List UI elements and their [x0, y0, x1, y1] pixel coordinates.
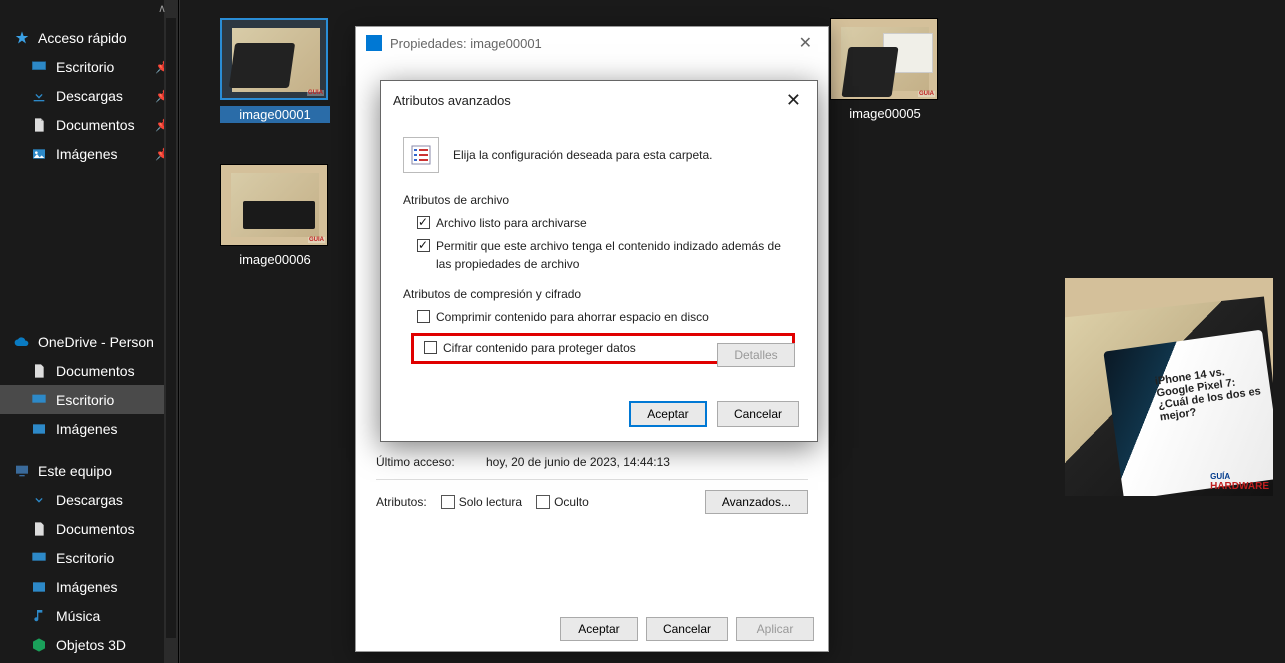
- this-pc-label: Este equipo: [38, 463, 112, 479]
- navigation-sidebar: ∧ Acceso rápido Escritorio 📌 Descargas 📌…: [0, 0, 178, 663]
- attributes-label: Atributos:: [376, 495, 427, 509]
- watermark: GUÍAHARDWARE: [1210, 472, 1269, 492]
- scroll-up-icon[interactable]: ∧: [158, 2, 166, 15]
- sidebar-item-od-documents[interactable]: Documentos: [0, 356, 178, 385]
- thumbnail-image: GUIA: [220, 164, 328, 246]
- download-icon: [30, 87, 48, 105]
- advanced-button[interactable]: Avanzados...: [705, 490, 808, 514]
- sidebar-item-pc-downloads[interactable]: Descargas: [0, 485, 178, 514]
- quick-access-label: Acceso rápido: [38, 30, 127, 46]
- sidebar-item-od-desktop[interactable]: Escritorio: [0, 385, 178, 414]
- file-thumb-1[interactable]: GUIA image00001: [220, 18, 330, 123]
- sidebar-item-od-images[interactable]: Imágenes: [0, 414, 178, 443]
- details-button[interactable]: Detalles: [717, 343, 795, 367]
- sidebar-item-pc-images[interactable]: Imágenes: [0, 572, 178, 601]
- checkbox-icon: [417, 216, 430, 229]
- image-file-icon: [366, 35, 382, 51]
- thumbnail-image: GUIA: [220, 18, 328, 100]
- cancel-button[interactable]: Cancelar: [717, 401, 799, 427]
- sidebar-item-documents[interactable]: Documentos 📌: [0, 110, 178, 139]
- desktop-icon: [30, 391, 48, 409]
- file-caption: image00001: [220, 106, 330, 123]
- sidebar-label: Descargas: [56, 492, 123, 508]
- sidebar-label: Descargas: [56, 88, 123, 104]
- file-attributes-label: Atributos de archivo: [403, 193, 795, 207]
- sidebar-scrollbar[interactable]: [164, 0, 178, 663]
- last-access-label: Último acceso:: [376, 455, 486, 469]
- dialog-titlebar[interactable]: Atributos avanzados ✕: [381, 81, 817, 119]
- sidebar-label: Imágenes: [56, 579, 117, 595]
- images-icon: [30, 420, 48, 438]
- hidden-checkbox[interactable]: Oculto: [536, 495, 589, 510]
- file-thumb-6[interactable]: GUIA image00006: [220, 164, 330, 267]
- sidebar-item-downloads[interactable]: Descargas 📌: [0, 81, 178, 110]
- sidebar-label: Imágenes: [56, 146, 117, 162]
- sidebar-item-pc-music[interactable]: Música: [0, 601, 178, 630]
- sidebar-label: Documentos: [56, 363, 135, 379]
- ok-button[interactable]: Aceptar: [629, 401, 707, 427]
- onedrive-label: OneDrive - Person: [38, 334, 154, 350]
- document-icon: [30, 520, 48, 538]
- archive-ready-checkbox[interactable]: Archivo listo para archivarse: [417, 215, 795, 232]
- sidebar-item-pc-documents[interactable]: Documentos: [0, 514, 178, 543]
- images-icon: [30, 145, 48, 163]
- sidebar-label: Imágenes: [56, 421, 117, 437]
- advanced-attributes-dialog: Atributos avanzados ✕ Elija la configura…: [380, 80, 818, 442]
- thumbnail-image: GUIA: [830, 18, 938, 100]
- onedrive-group[interactable]: OneDrive - Person: [0, 328, 178, 356]
- dialog-titlebar[interactable]: Propiedades: image00001 ✕: [356, 27, 828, 59]
- checkbox-icon: [417, 239, 430, 252]
- cube-icon: [30, 636, 48, 654]
- pane-divider[interactable]: [178, 0, 179, 663]
- sidebar-item-desktop[interactable]: Escritorio 📌: [0, 52, 178, 81]
- document-icon: [30, 362, 48, 380]
- sidebar-label: Escritorio: [56, 59, 114, 75]
- cloud-icon: [12, 332, 32, 352]
- compress-checkbox[interactable]: Comprimir contenido para ahorrar espacio…: [417, 309, 795, 326]
- close-icon[interactable]: ✕: [793, 33, 818, 53]
- sidebar-label: Documentos: [56, 117, 135, 133]
- quick-access-group[interactable]: Acceso rápido: [0, 24, 178, 52]
- intro-text: Elija la configuración deseada para esta…: [453, 148, 713, 162]
- desktop-icon: [30, 549, 48, 567]
- checklist-icon: [403, 137, 439, 173]
- sidebar-item-pc-desktop[interactable]: Escritorio: [0, 543, 178, 572]
- document-icon: [30, 116, 48, 134]
- cancel-button[interactable]: Cancelar: [646, 617, 728, 641]
- separator: [376, 479, 808, 480]
- sidebar-item-images[interactable]: Imágenes 📌: [0, 139, 178, 168]
- dialog-title: Propiedades: image00001: [390, 36, 542, 51]
- close-icon[interactable]: ✕: [782, 90, 805, 111]
- this-pc-group[interactable]: Este equipo: [0, 457, 178, 485]
- music-icon: [30, 607, 48, 625]
- desktop-icon: [30, 58, 48, 76]
- sidebar-label: Objetos 3D: [56, 637, 126, 653]
- dialog-title: Atributos avanzados: [393, 93, 511, 108]
- pc-icon: [12, 461, 32, 481]
- checkbox-icon: [417, 310, 430, 323]
- sidebar-item-pc-3d[interactable]: Objetos 3D: [0, 630, 178, 659]
- readonly-checkbox[interactable]: Solo lectura: [441, 495, 522, 510]
- file-caption: image00006: [220, 252, 330, 267]
- checkbox-icon: [424, 341, 437, 354]
- sidebar-label: Documentos: [56, 521, 135, 537]
- apply-button[interactable]: Aplicar: [736, 617, 814, 641]
- images-icon: [30, 578, 48, 596]
- preview-pane: iPhone 14 vs. Google Pixel 7: ¿Cuál de l…: [1065, 278, 1273, 496]
- star-icon: [12, 28, 32, 48]
- sidebar-label: Escritorio: [56, 550, 114, 566]
- last-access-value: hoy, 20 de junio de 2023, 14:44:13: [486, 455, 808, 469]
- sidebar-label: Música: [56, 608, 100, 624]
- allow-indexing-checkbox[interactable]: Permitir que este archivo tenga el conte…: [417, 238, 795, 273]
- file-caption: image00005: [830, 106, 940, 121]
- download-icon: [30, 491, 48, 509]
- sidebar-label: Escritorio: [56, 392, 114, 408]
- file-thumb-5[interactable]: GUIA image00005: [830, 18, 940, 121]
- ok-button[interactable]: Aceptar: [560, 617, 638, 641]
- compression-encryption-label: Atributos de compresión y cifrado: [403, 287, 795, 301]
